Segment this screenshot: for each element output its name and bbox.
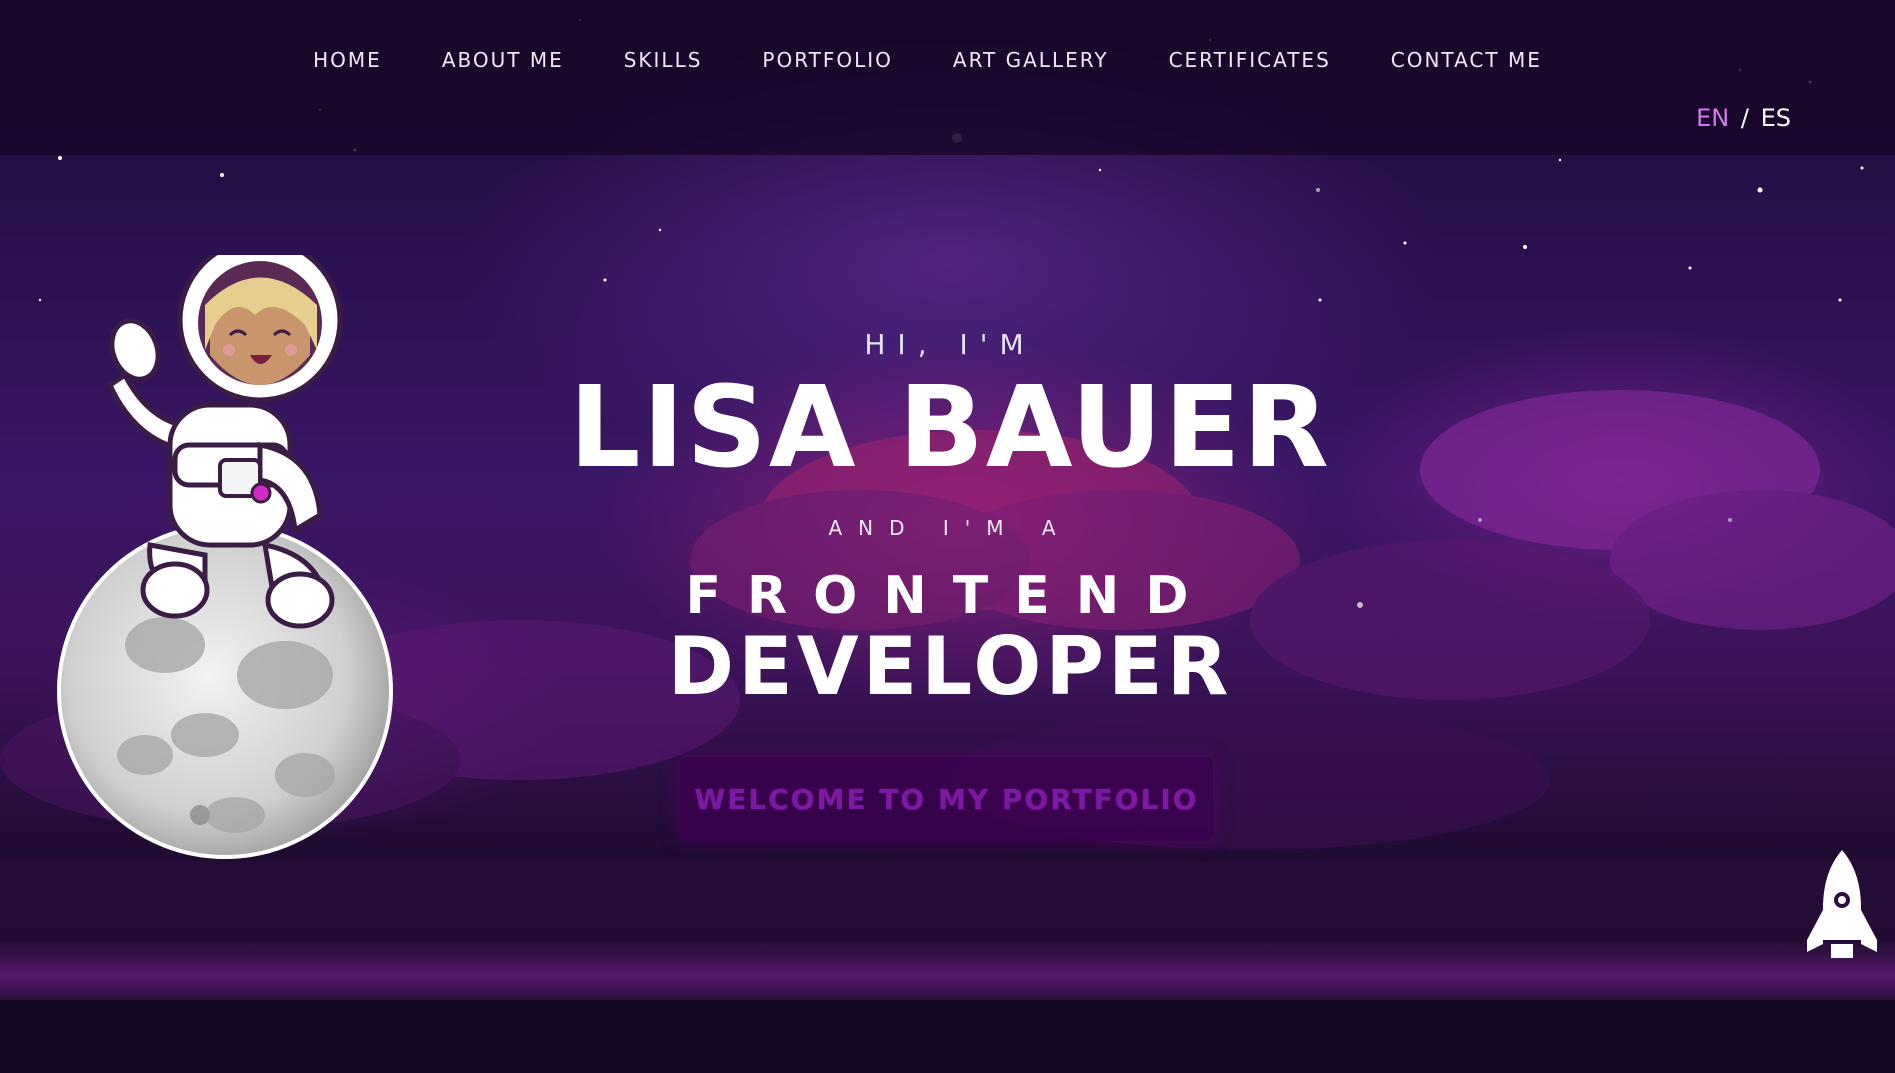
nav-menu: HOME ABOUT ME SKILLS PORTFOLIO ART GALLE… bbox=[0, 48, 1895, 72]
language-switcher: EN / ES bbox=[1696, 104, 1791, 132]
rocket-icon[interactable] bbox=[1803, 848, 1881, 966]
foreground-ground bbox=[0, 1000, 1895, 1073]
nav-item-home[interactable]: HOME bbox=[283, 48, 412, 72]
nav-item-certificates[interactable]: CERTIFICATES bbox=[1139, 48, 1361, 72]
hero-role-line2: DEVELOPER bbox=[667, 620, 1233, 713]
nav-item-portfolio[interactable]: PORTFOLIO bbox=[732, 48, 923, 72]
hero-role-line1: FRONTEND bbox=[685, 566, 1215, 626]
astronaut-on-moon-icon bbox=[57, 255, 393, 859]
welcome-portfolio-button[interactable]: WELCOME TO MY PORTFOLIO bbox=[680, 757, 1213, 841]
hero-background: HOME ABOUT ME SKILLS PORTFOLIO ART GALLE… bbox=[0, 0, 1895, 1073]
language-separator: / bbox=[1740, 104, 1749, 132]
language-en[interactable]: EN bbox=[1696, 104, 1729, 132]
hero-name: LISA BAUER bbox=[569, 363, 1331, 493]
language-es[interactable]: ES bbox=[1761, 104, 1791, 132]
nav-item-art-gallery[interactable]: ART GALLERY bbox=[923, 48, 1139, 72]
nav-item-skills[interactable]: SKILLS bbox=[594, 48, 733, 72]
welcome-portfolio-label: WELCOME TO MY PORTFOLIO bbox=[694, 782, 1199, 816]
hero-greeting: HI, I'M bbox=[864, 328, 1036, 361]
nav-item-about-me[interactable]: ABOUT ME bbox=[412, 48, 594, 72]
nav-item-contact-me[interactable]: CONTACT ME bbox=[1361, 48, 1572, 72]
hero-subtitle: AND I'M A bbox=[828, 516, 1072, 540]
top-navbar: HOME ABOUT ME SKILLS PORTFOLIO ART GALLE… bbox=[0, 0, 1895, 155]
